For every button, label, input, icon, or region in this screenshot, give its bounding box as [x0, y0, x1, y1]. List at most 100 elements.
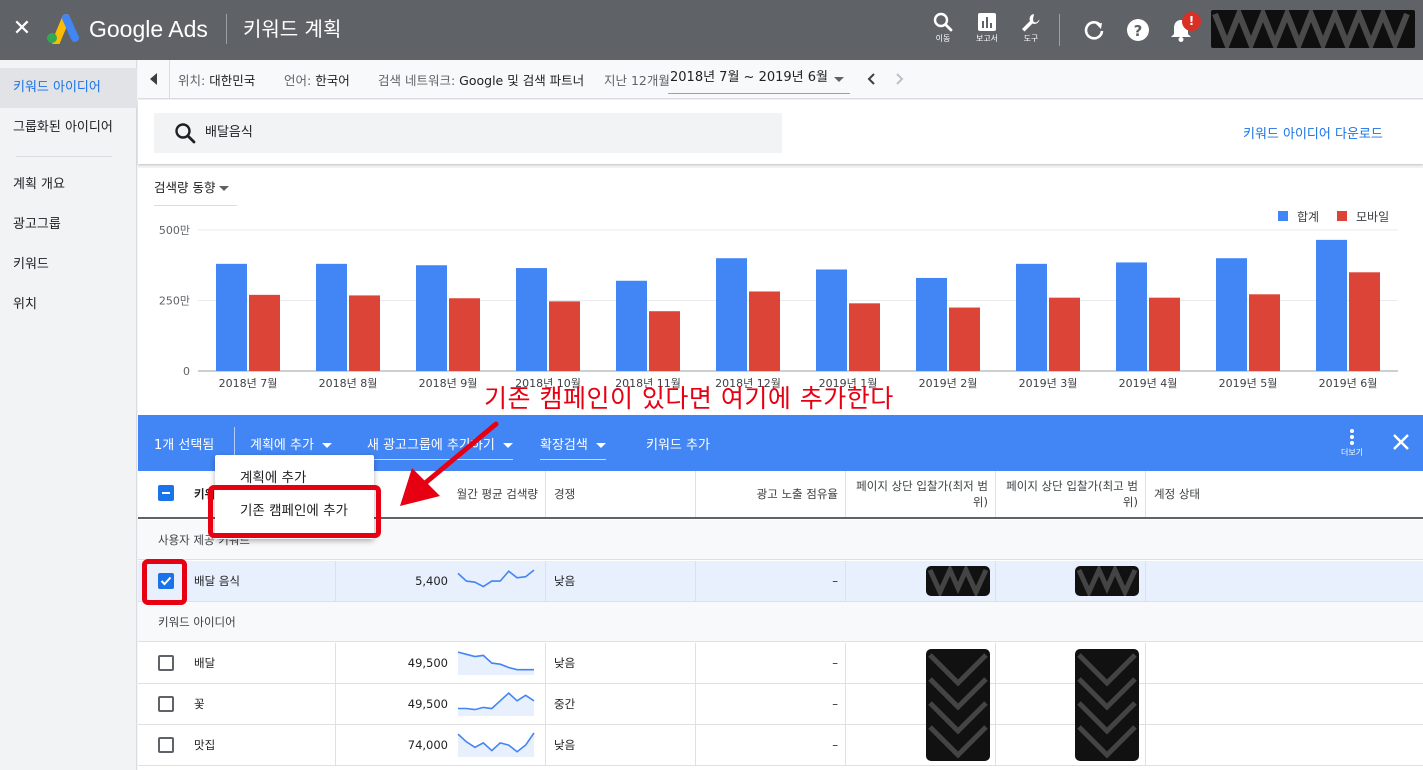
bar-mobile: [349, 295, 380, 371]
table-row[interactable]: 맛집 74,000 낮음 –: [138, 725, 1423, 766]
impression-share-value: –: [695, 561, 846, 601]
search-icon: [175, 123, 196, 144]
x-tick-label: 2019년 4월: [1119, 377, 1178, 390]
help-icon[interactable]: ?: [1125, 17, 1151, 43]
wrench-icon: [1022, 14, 1040, 32]
sidebar-item-grouped-ideas[interactable]: 그룹화된 아이디어: [0, 108, 137, 148]
header-top-bid-low[interactable]: 페이지 상단 입찰가(최저 범위): [845, 471, 996, 517]
bar-total: [1316, 239, 1347, 371]
sidebar-item-keywords[interactable]: 키워드: [0, 245, 137, 285]
redacted-bid-high: [1075, 566, 1139, 596]
collapse-sidebar-button[interactable]: [138, 60, 170, 98]
broaden-search-dropdown[interactable]: 확장검색: [540, 434, 606, 460]
date-range-value: 2018년 7월 ~ 2019년 6월: [670, 70, 828, 85]
x-tick-label: 2018년 8월: [319, 377, 378, 390]
bar-total: [816, 269, 847, 371]
chevron-down-icon: [834, 77, 844, 82]
sidebar-item-locations[interactable]: 위치: [0, 285, 137, 325]
legend-swatch: [1337, 211, 1347, 221]
bar-total: [516, 268, 547, 371]
sidebar-item-keyword-ideas[interactable]: 키워드 아이디어: [0, 68, 137, 108]
competition-value: 낮음: [545, 643, 696, 683]
keyword-search-input[interactable]: 배달음식: [154, 113, 782, 153]
bar-total: [916, 277, 947, 371]
account-info-redacted[interactable]: [1211, 10, 1415, 48]
google-ads-logo-icon: [47, 14, 79, 44]
bar-mobile: [749, 291, 780, 371]
sidebar-item-ad-groups[interactable]: 광고그룹: [0, 205, 137, 245]
header-account-status[interactable]: 계정 상태: [1145, 471, 1423, 517]
select-all-checkbox[interactable]: [158, 485, 174, 501]
x-tick-label: 2018년 7월: [219, 377, 278, 390]
network-filter[interactable]: 검색 네트워크: Google 및 검색 파트너: [378, 70, 584, 89]
search-icon: [933, 12, 953, 32]
more-label: 더보기: [1340, 448, 1364, 457]
y-tick-label: 250만: [159, 295, 190, 308]
x-tick-label: 2019년 3월: [1019, 377, 1078, 390]
reports-button[interactable]: 보고서: [967, 10, 1007, 50]
download-keyword-ideas-link[interactable]: 키워드 아이디어 다운로드: [1243, 123, 1383, 142]
close-icon[interactable]: [1391, 432, 1411, 452]
toolbar-divider: [1059, 14, 1060, 46]
row-checkbox[interactable]: [158, 655, 174, 671]
location-filter[interactable]: 위치: 대한민국: [178, 70, 255, 89]
x-tick-label: 2019년 5월: [1219, 377, 1278, 390]
header-impression-share[interactable]: 광고 노출 점유율: [695, 471, 846, 517]
search-query: 배달음식: [205, 125, 253, 140]
period-label: 지난 12개월: [604, 73, 670, 88]
annotation-arrow-icon: [400, 421, 499, 506]
action-bar-divider: [234, 427, 235, 455]
header-competition[interactable]: 경쟁: [545, 471, 696, 517]
date-range-select[interactable]: 2018년 7월 ~ 2019년 6월: [668, 64, 850, 94]
row-checkbox[interactable]: [158, 696, 174, 712]
top-app-bar: ✕ Google Ads 키워드 계획 이동 보고서 도구 ? !: [0, 0, 1423, 60]
sidebar: 키워드 아이디어 그룹화된 아이디어 계획 개요 광고그룹 키워드 위치: [0, 60, 137, 770]
bar-mobile: [649, 311, 680, 371]
bar-chart-icon: [978, 13, 996, 31]
bar-total: [1216, 258, 1247, 371]
page-title: 키워드 계획: [243, 17, 342, 41]
close-icon[interactable]: ✕: [11, 16, 33, 42]
trend-sparkline: [457, 569, 535, 593]
trend-sparkline: [457, 732, 535, 757]
selected-count: 1개 선택됨: [154, 438, 215, 453]
bar-mobile: [1149, 297, 1180, 371]
refresh-icon[interactable]: [1081, 17, 1107, 43]
competition-value: 중간: [545, 684, 696, 724]
bar-total: [1116, 262, 1147, 371]
trend-sparkline: [458, 692, 535, 716]
annotation-text: 기존 캠페인이 있다면 여기에 추가한다: [484, 384, 894, 413]
table-row[interactable]: 배달 49,500 낮음 –: [138, 643, 1423, 684]
x-tick-label: 2019년 2월: [919, 377, 978, 390]
reports-label: 보고서: [975, 34, 999, 43]
notification-badge: !: [1182, 12, 1201, 31]
x-tick-label: 2019년 6월: [1319, 377, 1378, 390]
group-keyword-ideas: 키워드 아이디어: [138, 602, 1423, 642]
bar-total: [316, 263, 347, 371]
chevron-right-icon[interactable]: [891, 71, 907, 87]
more-options-button[interactable]: 더보기: [1336, 428, 1368, 464]
language-filter[interactable]: 언어: 한국어: [284, 70, 350, 89]
search-volume-bar-chart: 0250만500만2018년 7월 2018년 8월 2018년 9월 2018년 1…: [159, 210, 1398, 390]
chevron-down-icon: [502, 443, 513, 448]
table-row[interactable]: 꽃 49,500 중간 –: [138, 684, 1423, 725]
chevron-left-icon[interactable]: [864, 71, 880, 87]
filter-bar: 위치: 대한민국 언어: 한국어 검색 네트워크: Google 및 검색 파트…: [138, 60, 1423, 99]
account-status-cell: [1145, 725, 1423, 765]
more-vert-icon: [1350, 429, 1354, 445]
sidebar-item-plan-overview[interactable]: 계획 개요: [0, 165, 137, 205]
competition-value: 낮음: [545, 561, 696, 601]
account-status-cell: [1145, 643, 1423, 683]
tools-button[interactable]: 도구: [1011, 10, 1051, 50]
redacted-bid-low: [926, 566, 990, 596]
legend-label: 모바일: [1356, 210, 1389, 224]
add-keyword-button[interactable]: 키워드 추가: [646, 434, 710, 453]
bar-total: [716, 258, 747, 371]
header-top-bid-high[interactable]: 페이지 상단 입찰가(최고 범위): [995, 471, 1146, 517]
legend-label: 합계: [1297, 210, 1319, 224]
go-to-button[interactable]: 이동: [923, 10, 963, 50]
avg-searches-value: 49,500: [335, 643, 456, 683]
table-row[interactable]: 배달 음식 5,400 낮음 –: [138, 561, 1423, 602]
x-tick-label: 2018년 9월: [419, 377, 478, 390]
row-checkbox[interactable]: [158, 737, 174, 753]
